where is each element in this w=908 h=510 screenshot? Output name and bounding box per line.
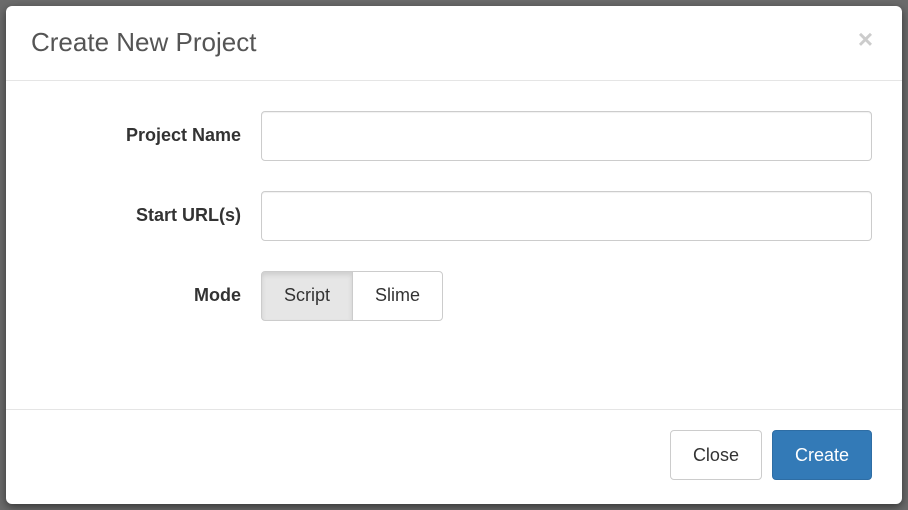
create-project-modal: Create New Project × Project Name Start … [6,6,902,504]
mode-button-group: Script Slime [261,271,443,321]
modal-body: Project Name Start URL(s) Mode Script Sl… [6,81,902,409]
modal-header: Create New Project × [6,6,902,81]
close-icon[interactable]: × [854,26,877,52]
mode-row: Mode Script Slime [36,271,872,321]
start-urls-input[interactable] [261,191,872,241]
modal-footer: Close Create [6,409,902,504]
project-name-label: Project Name [36,125,261,146]
mode-label: Mode [36,285,261,306]
start-urls-row: Start URL(s) [36,191,872,241]
mode-option-slime[interactable]: Slime [352,271,443,321]
create-button[interactable]: Create [772,430,872,480]
close-button[interactable]: Close [670,430,762,480]
start-urls-label: Start URL(s) [36,205,261,226]
project-name-input[interactable] [261,111,872,161]
project-name-row: Project Name [36,111,872,161]
mode-option-script[interactable]: Script [261,271,353,321]
modal-title: Create New Project [31,26,256,60]
